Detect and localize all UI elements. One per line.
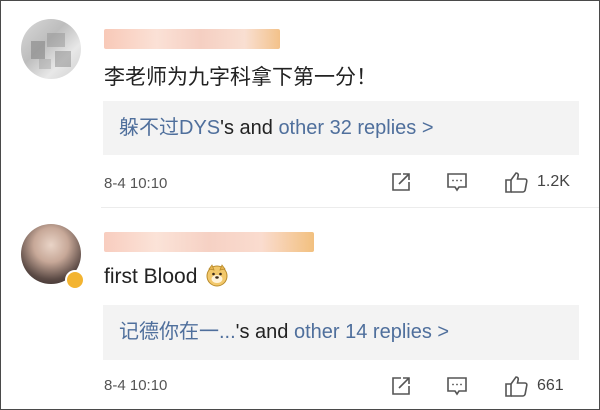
share-icon: [392, 377, 410, 395]
avatar[interactable]: [21, 19, 81, 79]
reply-author[interactable]: 躲不过DYS: [119, 117, 220, 139]
comment-text-content: first Blood: [104, 265, 198, 288]
timestamp: 8-4 10:10: [104, 175, 168, 192]
reply-author[interactable]: 记德你在一...: [119, 321, 236, 343]
comment-item: first Blood 记德你在一...'s and other 14 repl…: [1, 208, 599, 409]
more-replies-link[interactable]: other 14 replies >: [294, 321, 449, 343]
verified-badge-icon: [65, 270, 85, 290]
doge-emoji-icon: [205, 263, 229, 293]
comment-text: first Blood: [104, 263, 229, 293]
like-icon: [505, 172, 528, 193]
username-blurred[interactable]: [104, 29, 280, 49]
comment-icon: [447, 377, 467, 396]
comment-icon: [447, 173, 467, 192]
reply-connector: 's and: [220, 117, 279, 139]
reply-connector: 's and: [235, 321, 294, 343]
replies-preview[interactable]: 躲不过DYS's and other 32 replies >: [103, 101, 579, 155]
comment-button[interactable]: [445, 167, 469, 197]
replies-preview[interactable]: 记德你在一...'s and other 14 replies >: [103, 305, 579, 360]
more-replies-link[interactable]: other 32 replies >: [278, 117, 433, 139]
comments-panel: 李老师为九字科拿下第一分！ 躲不过DYS's and other 32 repl…: [0, 0, 600, 410]
comment-actions: 661: [389, 371, 599, 401]
like-icon: [505, 376, 528, 397]
timestamp: 8-4 10:10: [104, 377, 168, 394]
share-button[interactable]: [389, 167, 413, 197]
like-button[interactable]: 1.2K: [503, 167, 570, 197]
share-icon: [392, 173, 410, 191]
comment-button[interactable]: [445, 371, 469, 401]
comment-item: 李老师为九字科拿下第一分！ 躲不过DYS's and other 32 repl…: [1, 1, 599, 207]
comment-actions: 1.2K: [389, 167, 599, 197]
like-count: 661: [537, 377, 564, 394]
comment-text: 李老师为九字科拿下第一分！: [104, 66, 377, 89]
username-blurred[interactable]: [104, 232, 314, 252]
share-button[interactable]: [389, 371, 413, 401]
like-count: 1.2K: [537, 173, 570, 190]
like-button[interactable]: 661: [503, 371, 564, 401]
